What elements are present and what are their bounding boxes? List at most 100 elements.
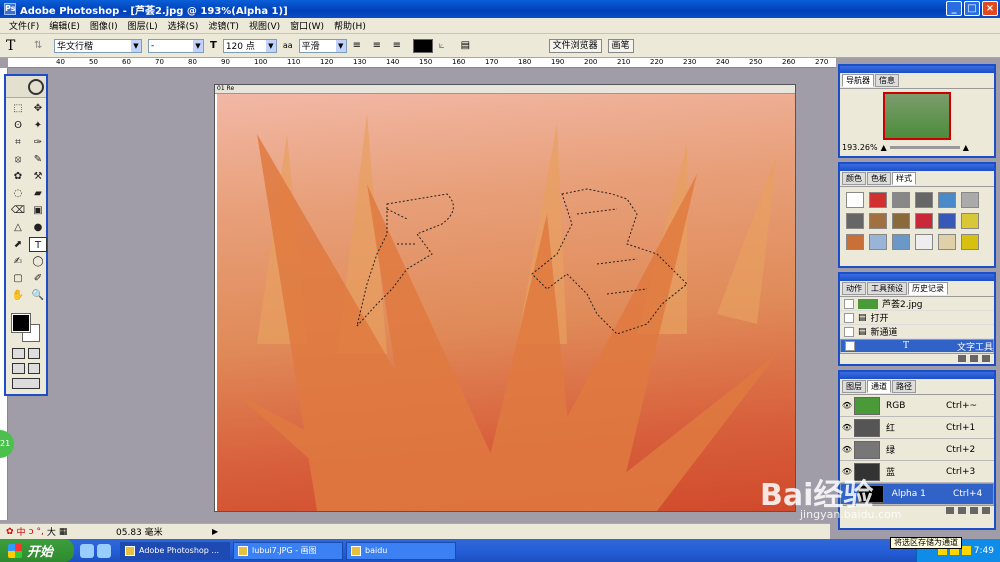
font-size-select[interactable]: 120 点 ▼ bbox=[222, 38, 277, 53]
channel-row[interactable]: 👁 绿 Ctrl+2 bbox=[840, 439, 994, 461]
channel-row[interactable]: 👁 RGB Ctrl+~ bbox=[840, 395, 994, 417]
side-badge[interactable]: 21 bbox=[0, 430, 14, 458]
tool-icon-5[interactable]: ✑ bbox=[29, 135, 47, 150]
new-document-icon[interactable] bbox=[958, 355, 966, 362]
tab-layers[interactable]: 图层 bbox=[842, 380, 866, 393]
tab-color[interactable]: 颜色 bbox=[842, 172, 866, 185]
tool-icon-2[interactable]: ʘ bbox=[9, 118, 27, 133]
load-selection-icon[interactable] bbox=[946, 507, 954, 514]
task-paint[interactable]: lubui7.JPG - 画图 bbox=[233, 541, 343, 560]
eye-icon[interactable]: 👁 bbox=[840, 445, 854, 454]
eye-icon[interactable]: 👁 bbox=[840, 401, 854, 410]
style-swatch[interactable] bbox=[915, 192, 933, 208]
maximize-button[interactable]: □ bbox=[964, 1, 980, 16]
zoom-in-icon[interactable]: ▲ bbox=[963, 143, 969, 152]
tool-icon-8[interactable]: ✿ bbox=[9, 169, 27, 184]
status-menu-arrow[interactable]: ▶ bbox=[212, 527, 218, 536]
tab-styles[interactable]: 样式 bbox=[892, 172, 916, 185]
menu-filter[interactable]: 滤镜(T) bbox=[203, 19, 244, 32]
style-swatch[interactable] bbox=[846, 213, 864, 229]
history-item[interactable]: ▤ 新通道 bbox=[840, 325, 994, 339]
style-swatch[interactable] bbox=[961, 192, 979, 208]
zoom-out-icon[interactable]: ▲ bbox=[881, 143, 887, 152]
ime-fullwidth[interactable]: 大 bbox=[47, 525, 56, 538]
tool-icon-15[interactable]: ● bbox=[29, 220, 47, 235]
save-selection-icon[interactable] bbox=[958, 507, 966, 514]
task-photoshop[interactable]: Adobe Photoshop ... bbox=[120, 541, 230, 560]
font-style-select[interactable]: - ▼ bbox=[148, 38, 204, 53]
style-swatch[interactable] bbox=[892, 234, 910, 250]
style-swatch[interactable] bbox=[915, 213, 933, 229]
tool-icon-20[interactable]: ▢ bbox=[9, 271, 27, 286]
menu-edit[interactable]: 编辑(E) bbox=[44, 19, 85, 32]
tab-info[interactable]: 信息 bbox=[875, 74, 899, 87]
history-source-checkbox[interactable] bbox=[844, 312, 854, 323]
panel-titlebar[interactable] bbox=[840, 66, 994, 73]
menu-image[interactable]: 图像(I) bbox=[85, 19, 123, 32]
screen-mode-full-button[interactable] bbox=[27, 363, 40, 374]
messenger-icon[interactable] bbox=[97, 543, 111, 558]
align-right-icon[interactable]: ≡ bbox=[393, 40, 407, 51]
file-browser-tab[interactable]: 文件浏览器 bbox=[548, 38, 602, 53]
palettes-toggle-icon[interactable]: ▤ bbox=[461, 40, 477, 51]
tab-paths[interactable]: 路径 bbox=[892, 380, 916, 393]
align-left-icon[interactable]: ≡ bbox=[353, 40, 367, 51]
tool-icon-19[interactable]: ◯ bbox=[29, 254, 47, 269]
style-swatch[interactable] bbox=[938, 234, 956, 250]
style-swatch[interactable] bbox=[869, 234, 887, 250]
ime-toolbar[interactable]: ✿ 中 ɔ °, 大 ▦ bbox=[0, 525, 116, 539]
panel-titlebar[interactable] bbox=[840, 372, 994, 379]
ime-punct[interactable]: °, bbox=[37, 527, 44, 537]
eye-icon[interactable]: 👁 bbox=[840, 423, 854, 432]
foreground-color-swatch[interactable] bbox=[11, 313, 31, 333]
style-swatch[interactable] bbox=[938, 213, 956, 229]
menu-view[interactable]: 视图(V) bbox=[244, 19, 285, 32]
tool-icon-12[interactable]: ⌫ bbox=[9, 203, 27, 218]
ime-moon[interactable]: ɔ bbox=[29, 527, 34, 537]
tool-icon-16[interactable]: ⬈ bbox=[9, 237, 27, 252]
tool-icon-21[interactable]: ✐ bbox=[29, 271, 47, 286]
align-center-icon[interactable]: ≡ bbox=[373, 40, 387, 51]
tab-channels[interactable]: 通道 bbox=[867, 380, 891, 393]
antialias-select[interactable]: 平滑 ▼ bbox=[298, 38, 347, 53]
navigator-zoom-value[interactable]: 193.26% bbox=[842, 143, 878, 152]
menu-layer[interactable]: 图层(L) bbox=[123, 19, 163, 32]
tool-icon-14[interactable]: △ bbox=[9, 220, 27, 235]
style-swatch[interactable] bbox=[846, 234, 864, 250]
history-source-checkbox[interactable] bbox=[844, 298, 854, 309]
type-tool-preset-icon[interactable]: T bbox=[6, 38, 28, 54]
menu-file[interactable]: 文件(F) bbox=[4, 19, 44, 32]
tab-actions[interactable]: 动作 bbox=[842, 282, 866, 295]
tool-icon-23[interactable]: 🔍 bbox=[29, 288, 47, 303]
history-snapshot[interactable]: 芦荟2.jpg bbox=[840, 297, 994, 311]
tool-icon-10[interactable]: ◌ bbox=[9, 186, 27, 201]
ime-chinese[interactable]: 中 bbox=[17, 525, 26, 538]
tool-icon-4[interactable]: ⌗ bbox=[9, 135, 27, 150]
style-swatch[interactable] bbox=[938, 192, 956, 208]
style-swatch[interactable] bbox=[915, 234, 933, 250]
style-swatch[interactable] bbox=[961, 234, 979, 250]
text-color-swatch[interactable] bbox=[412, 38, 433, 53]
ime-keyboard[interactable]: ▦ bbox=[59, 527, 68, 537]
minimize-button[interactable]: _ bbox=[946, 1, 962, 16]
style-swatch[interactable] bbox=[961, 213, 979, 229]
tool-icon-11[interactable]: ▰ bbox=[29, 186, 47, 201]
clock[interactable]: 7:49 bbox=[974, 546, 994, 556]
style-swatch[interactable] bbox=[869, 192, 887, 208]
ie-icon[interactable] bbox=[80, 543, 94, 558]
panel-titlebar[interactable] bbox=[840, 274, 994, 281]
trash-icon[interactable] bbox=[982, 507, 990, 514]
start-button[interactable]: 开始 bbox=[0, 539, 74, 562]
tray-icon[interactable] bbox=[961, 546, 971, 555]
style-swatch[interactable] bbox=[869, 213, 887, 229]
tool-icon-3[interactable]: ✦ bbox=[29, 118, 47, 133]
tool-icon-6[interactable]: ⦻ bbox=[9, 152, 27, 167]
history-item-selected[interactable]: T 文字工具 bbox=[840, 339, 994, 353]
tool-icon-18[interactable]: ✍ bbox=[9, 254, 27, 269]
screen-mode-standard-button[interactable] bbox=[12, 363, 25, 374]
tool-icon-9[interactable]: ⚒ bbox=[29, 169, 47, 184]
tab-history[interactable]: 历史记录 bbox=[908, 282, 948, 295]
font-family-select[interactable]: 华文行楷 ▼ bbox=[54, 38, 142, 53]
tool-icon-1[interactable]: ✥ bbox=[29, 101, 47, 116]
menu-help[interactable]: 帮助(H) bbox=[329, 19, 371, 32]
